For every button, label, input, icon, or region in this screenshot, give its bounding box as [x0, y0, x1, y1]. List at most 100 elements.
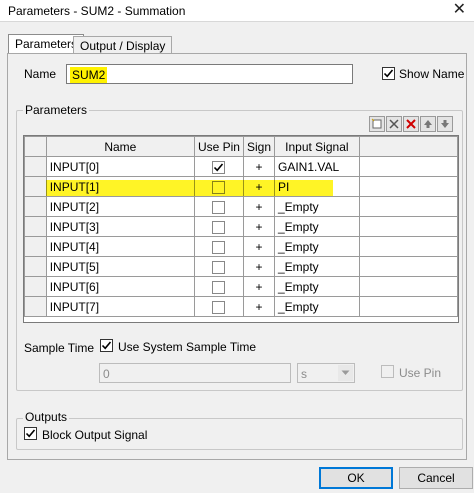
row-filler-cell [358, 176, 458, 197]
table-row[interactable]: INPUT[3] + _Empty [24, 216, 458, 237]
table-row[interactable]: INPUT[0] + GAIN1.VAL [24, 156, 458, 177]
row-header[interactable] [24, 196, 47, 217]
row-use-pin-cell[interactable] [193, 216, 244, 237]
row-name-cell[interactable]: INPUT[2] [45, 196, 195, 217]
show-name-label: Show Name [399, 67, 465, 81]
block-output-signal-checkbox[interactable] [24, 427, 37, 440]
row-sign-cell[interactable]: + [242, 196, 276, 217]
chevron-down-icon[interactable] [338, 365, 353, 381]
sample-time-unit-value: s [301, 367, 307, 381]
row-name-cell[interactable]: INPUT[5] [45, 256, 195, 277]
checkmark-icon [101, 341, 112, 350]
row-sign-cell[interactable]: + [242, 236, 276, 257]
tab-output-display[interactable]: Output / Display [73, 36, 173, 54]
table-row[interactable]: INPUT[2] + _Empty [24, 196, 458, 217]
table-row[interactable]: INPUT[4] + _Empty [24, 236, 458, 257]
table-row[interactable]: INPUT[6] + _Empty [24, 276, 458, 297]
delete-row-icon[interactable] [386, 116, 402, 132]
row-header[interactable] [24, 236, 47, 257]
column-header-sign[interactable]: Sign [242, 136, 276, 157]
row-use-pin-cell[interactable] [193, 196, 244, 217]
row-name-cell[interactable]: INPUT[1] [45, 176, 195, 197]
name-input[interactable]: SUM2 [66, 64, 353, 84]
row-name-cell[interactable]: INPUT[3] [45, 216, 195, 237]
table-row[interactable]: INPUT[1] + PI [24, 176, 458, 197]
move-down-icon[interactable] [437, 116, 453, 132]
row-sign-cell[interactable]: + [242, 176, 276, 197]
row-sign-cell[interactable]: + [242, 276, 276, 297]
use-system-sample-time-label: Use System Sample Time [118, 340, 257, 354]
show-name-checkbox[interactable] [382, 67, 395, 80]
row-name-cell[interactable]: INPUT[6] [45, 276, 195, 297]
row-use-pin-cell[interactable] [193, 276, 244, 297]
close-icon[interactable]: ✕ [453, 1, 466, 19]
row-use-pin-cell[interactable] [193, 296, 244, 317]
title-bar: Parameters - SUM2 - Summation ✕ [0, 0, 474, 22]
checkmark-icon [214, 163, 224, 172]
use-system-sample-time-checkbox[interactable] [100, 339, 113, 352]
use-pin-checkbox[interactable] [212, 160, 226, 174]
row-use-pin-cell[interactable] [193, 236, 244, 257]
sample-time-value: 0 [103, 367, 110, 381]
row-sign-cell[interactable]: + [242, 256, 276, 277]
grid-table: Name Use Pin Sign Input Signal INPUT[0] +… [24, 136, 458, 317]
row-input-signal-cell[interactable]: _Empty [274, 296, 360, 317]
row-filler-cell [358, 236, 458, 257]
outputs-group-label: Outputs [23, 410, 70, 424]
parameters-grid[interactable]: Name Use Pin Sign Input Signal INPUT[0] +… [23, 135, 459, 323]
column-header-use-pin[interactable]: Use Pin [193, 136, 244, 157]
row-input-signal-cell[interactable]: _Empty [274, 236, 360, 257]
delete-all-icon[interactable] [403, 116, 419, 132]
row-use-pin-cell[interactable] [193, 156, 244, 177]
row-filler-cell [358, 276, 458, 297]
use-pin-checkbox[interactable] [212, 180, 226, 194]
row-sign-cell[interactable]: + [242, 216, 276, 237]
name-label: Name [24, 67, 57, 81]
row-header-corner [24, 136, 47, 157]
row-name-cell[interactable]: INPUT[4] [45, 236, 195, 257]
table-row[interactable]: INPUT[7] + _Empty [24, 296, 458, 317]
row-header[interactable] [24, 256, 47, 277]
row-input-signal-cell[interactable]: PI [274, 176, 360, 197]
row-input-signal-cell[interactable]: GAIN1.VAL [274, 156, 360, 177]
use-pin-checkbox[interactable] [212, 220, 226, 234]
row-filler-cell [358, 216, 458, 237]
row-name-cell[interactable]: INPUT[7] [45, 296, 195, 317]
row-input-signal-cell[interactable]: _Empty [274, 256, 360, 277]
row-name-cell[interactable]: INPUT[0] [45, 156, 195, 177]
row-use-pin-cell[interactable] [193, 176, 244, 197]
move-up-icon[interactable] [420, 116, 436, 132]
row-use-pin-cell[interactable] [193, 256, 244, 277]
sample-time-input[interactable]: 0 [99, 363, 291, 383]
row-header[interactable] [24, 176, 47, 197]
row-header[interactable] [24, 276, 47, 297]
use-pin-checkbox[interactable] [212, 260, 226, 274]
use-pin-checkbox[interactable] [212, 240, 226, 254]
ok-button[interactable]: OK [319, 467, 393, 489]
use-pin-checkbox[interactable] [212, 300, 226, 314]
row-filler-cell [358, 196, 458, 217]
table-row[interactable]: INPUT[5] + _Empty [24, 256, 458, 277]
cancel-button[interactable]: Cancel [399, 467, 473, 489]
name-value: SUM2 [70, 67, 108, 83]
block-output-signal-label: Block Output Signal [42, 428, 148, 442]
row-header[interactable] [24, 156, 47, 177]
checkmark-icon [383, 69, 394, 78]
use-pin-checkbox[interactable] [381, 365, 394, 378]
sample-time-unit-select[interactable]: s [297, 363, 355, 383]
window-title: Parameters - SUM2 - Summation [8, 4, 186, 18]
row-header[interactable] [24, 296, 47, 317]
use-pin-checkbox[interactable] [212, 280, 226, 294]
column-header-input-signal[interactable]: Input Signal [274, 136, 360, 157]
use-pin-checkbox[interactable] [212, 200, 226, 214]
row-input-signal-cell[interactable]: _Empty [274, 216, 360, 237]
column-header-name[interactable]: Name [45, 136, 195, 157]
row-sign-cell[interactable]: + [242, 156, 276, 177]
sample-time-label: Sample Time [24, 341, 95, 355]
row-input-signal-cell[interactable]: _Empty [274, 196, 360, 217]
row-input-signal-cell[interactable]: _Empty [274, 276, 360, 297]
row-header[interactable] [24, 216, 47, 237]
new-row-icon[interactable] [369, 116, 385, 132]
row-sign-cell[interactable]: + [242, 296, 276, 317]
grid-header-row: Name Use Pin Sign Input Signal [24, 136, 458, 157]
